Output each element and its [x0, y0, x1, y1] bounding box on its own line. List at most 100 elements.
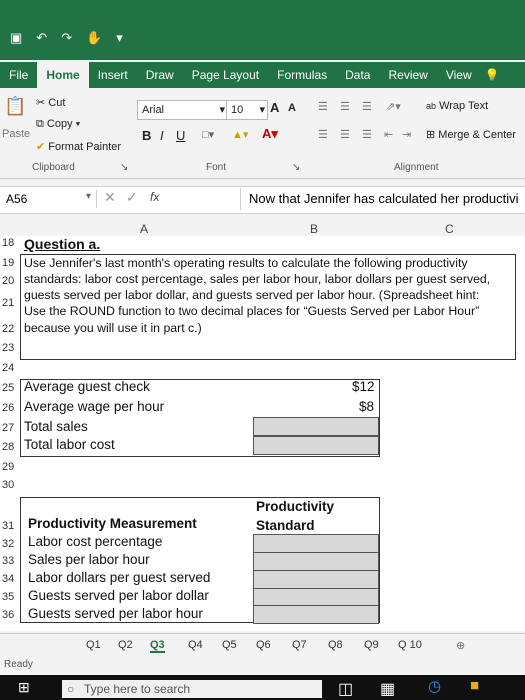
tab-view[interactable]: View	[437, 62, 481, 88]
row-header-30[interactable]: 30	[2, 479, 20, 491]
sheet-tab-q5[interactable]: Q5	[222, 639, 237, 651]
label-average-guest-check[interactable]: Average guest check	[24, 379, 150, 394]
add-sheet-icon[interactable]: ⊕	[456, 639, 465, 652]
row-header-27[interactable]: 27	[2, 422, 20, 434]
column-header-a[interactable]: A	[140, 222, 148, 236]
label-sales-per-labor-hour[interactable]: Sales per labor hour	[28, 552, 150, 567]
sheet-tab-q9[interactable]: Q9	[364, 639, 379, 651]
orientation-icon[interactable]: ⇗▾	[386, 100, 401, 113]
cut-button[interactable]: ✂ Cut	[36, 96, 65, 109]
sheet-tab-q7[interactable]: Q7	[292, 639, 307, 651]
input-cell-labor-cost-percentage[interactable]	[253, 534, 379, 553]
align-top-icon[interactable]: ☰	[318, 100, 328, 113]
increase-indent-icon[interactable]: ⇥	[402, 128, 411, 141]
row-header-29[interactable]: 29	[2, 461, 20, 473]
value-average-wage[interactable]: $8	[359, 399, 374, 414]
file-explorer-icon[interactable]: ■	[470, 677, 479, 694]
sheet-tab-q1[interactable]: Q1	[86, 639, 101, 651]
paste-icon[interactable]: 📋	[4, 96, 26, 117]
question-text-line[interactable]: because you will use it in part c.)	[24, 321, 202, 335]
customize-qat-icon[interactable]: ▾	[116, 30, 123, 46]
bold-button[interactable]: B	[142, 128, 151, 143]
label-guests-per-labor-hour[interactable]: Guests served per labor hour	[28, 606, 203, 621]
row-header-25[interactable]: 25	[2, 382, 20, 394]
font-color-icon[interactable]: A▾	[262, 126, 278, 142]
tell-me-icon[interactable]: 💡	[485, 68, 500, 82]
task-view-icon[interactable]: ▦	[380, 679, 395, 699]
sheet-tab-q8[interactable]: Q8	[328, 639, 343, 651]
save-icon[interactable]: ▣	[10, 30, 22, 46]
decrease-indent-icon[interactable]: ⇤	[384, 128, 393, 141]
question-title[interactable]: Question a.	[24, 236, 100, 252]
input-cell-guests-per-labor-hour[interactable]	[253, 605, 379, 624]
label-guests-per-labor-dollar[interactable]: Guests served per labor dollar	[28, 588, 209, 603]
sheet-tab-q4[interactable]: Q4	[188, 639, 203, 651]
tab-formulas[interactable]: Formulas	[268, 62, 336, 88]
windows-start-icon[interactable]: ⊞	[18, 679, 30, 696]
worksheet-grid[interactable]: 18 Question a. 19 Use Jennifer's last mo…	[0, 236, 525, 631]
touch-mode-icon[interactable]: ✋	[86, 30, 102, 46]
row-header-31[interactable]: 31	[2, 520, 20, 532]
tab-file[interactable]: File	[0, 62, 37, 88]
sheet-tab-q2[interactable]: Q2	[118, 639, 133, 651]
borders-icon[interactable]: □▾	[202, 128, 214, 141]
sheet-tab-q10[interactable]: Q 10	[398, 639, 422, 651]
row-header-26[interactable]: 26	[2, 402, 20, 414]
paste-button[interactable]: Paste	[2, 128, 30, 140]
insert-function-icon[interactable]: fx	[150, 190, 159, 204]
microphone-icon[interactable]: ◫	[338, 679, 353, 699]
name-box[interactable]: A56	[4, 190, 97, 208]
row-header-36[interactable]: 36	[2, 609, 20, 621]
tab-page-layout[interactable]: Page Layout	[183, 62, 268, 88]
value-average-guest-check[interactable]: $12	[352, 379, 375, 394]
font-name-select[interactable]: Arial ▾	[137, 100, 228, 120]
font-launcher-icon[interactable]: ↘	[292, 162, 300, 173]
label-labor-cost-percentage[interactable]: Labor cost percentage	[28, 534, 162, 549]
row-header-19[interactable]: 19	[2, 257, 20, 269]
tab-data[interactable]: Data	[336, 62, 379, 88]
fill-color-icon[interactable]: ▲▾	[232, 128, 248, 141]
row-header-33[interactable]: 33	[2, 555, 20, 567]
clipboard-launcher-icon[interactable]: ↘	[120, 162, 128, 173]
tab-insert[interactable]: Insert	[89, 62, 137, 88]
row-header-22[interactable]: 22	[2, 323, 20, 335]
tab-review[interactable]: Review	[379, 62, 436, 88]
formula-input[interactable]: Now that Jennifer has calculated her pro…	[240, 188, 525, 210]
wrap-text-button[interactable]: ab Wrap Text	[426, 100, 488, 112]
grow-font-button[interactable]: A	[270, 100, 279, 115]
tab-home[interactable]: Home	[37, 62, 89, 88]
cancel-icon[interactable]: ✕	[104, 189, 116, 206]
sheet-tab-q3[interactable]: Q3	[150, 639, 165, 653]
sheet-tab-q6[interactable]: Q6	[256, 639, 271, 651]
row-header-23[interactable]: 23	[2, 342, 20, 354]
shrink-font-button[interactable]: A	[288, 102, 296, 114]
column-header-b[interactable]: B	[310, 222, 318, 236]
label-total-sales[interactable]: Total sales	[24, 419, 88, 434]
merge-center-button[interactable]: ⊞ Merge & Center	[426, 128, 516, 141]
format-painter-button[interactable]: ✔ Format Painter	[36, 140, 121, 153]
align-center-icon[interactable]: ☰	[340, 128, 350, 141]
name-box-dropdown-icon[interactable]: ▾	[86, 191, 91, 202]
input-cell-sales-per-labor-hour[interactable]	[253, 552, 379, 571]
edge-icon[interactable]: ◷	[428, 677, 441, 695]
input-cell-total-labor-cost[interactable]	[253, 436, 379, 455]
align-middle-icon[interactable]: ☰	[340, 100, 350, 113]
undo-icon[interactable]: ↶	[36, 30, 47, 46]
column-header-c[interactable]: C	[445, 222, 454, 236]
input-cell-labor-dollars-per-guest[interactable]	[253, 570, 379, 589]
underline-button[interactable]: U	[176, 128, 185, 143]
align-bottom-icon[interactable]: ☰	[362, 100, 372, 113]
row-header-32[interactable]: 32	[2, 538, 20, 550]
row-header-18[interactable]: 18	[2, 237, 20, 249]
productivity-measurement-header[interactable]: Productivity Measurement	[28, 516, 197, 531]
enter-icon[interactable]: ✓	[126, 189, 138, 206]
font-size-select[interactable]: 10 ▾	[226, 100, 268, 120]
row-header-21[interactable]: 21	[2, 297, 20, 309]
row-header-34[interactable]: 34	[2, 573, 20, 585]
label-labor-dollars-per-guest[interactable]: Labor dollars per guest served	[28, 570, 210, 585]
row-header-20[interactable]: 20	[2, 275, 20, 287]
italic-button[interactable]: I	[160, 128, 164, 143]
label-average-wage[interactable]: Average wage per hour	[24, 399, 164, 414]
question-text-line[interactable]: Use the ROUND function to two decimal pl…	[24, 304, 479, 318]
tab-draw[interactable]: Draw	[137, 62, 183, 88]
